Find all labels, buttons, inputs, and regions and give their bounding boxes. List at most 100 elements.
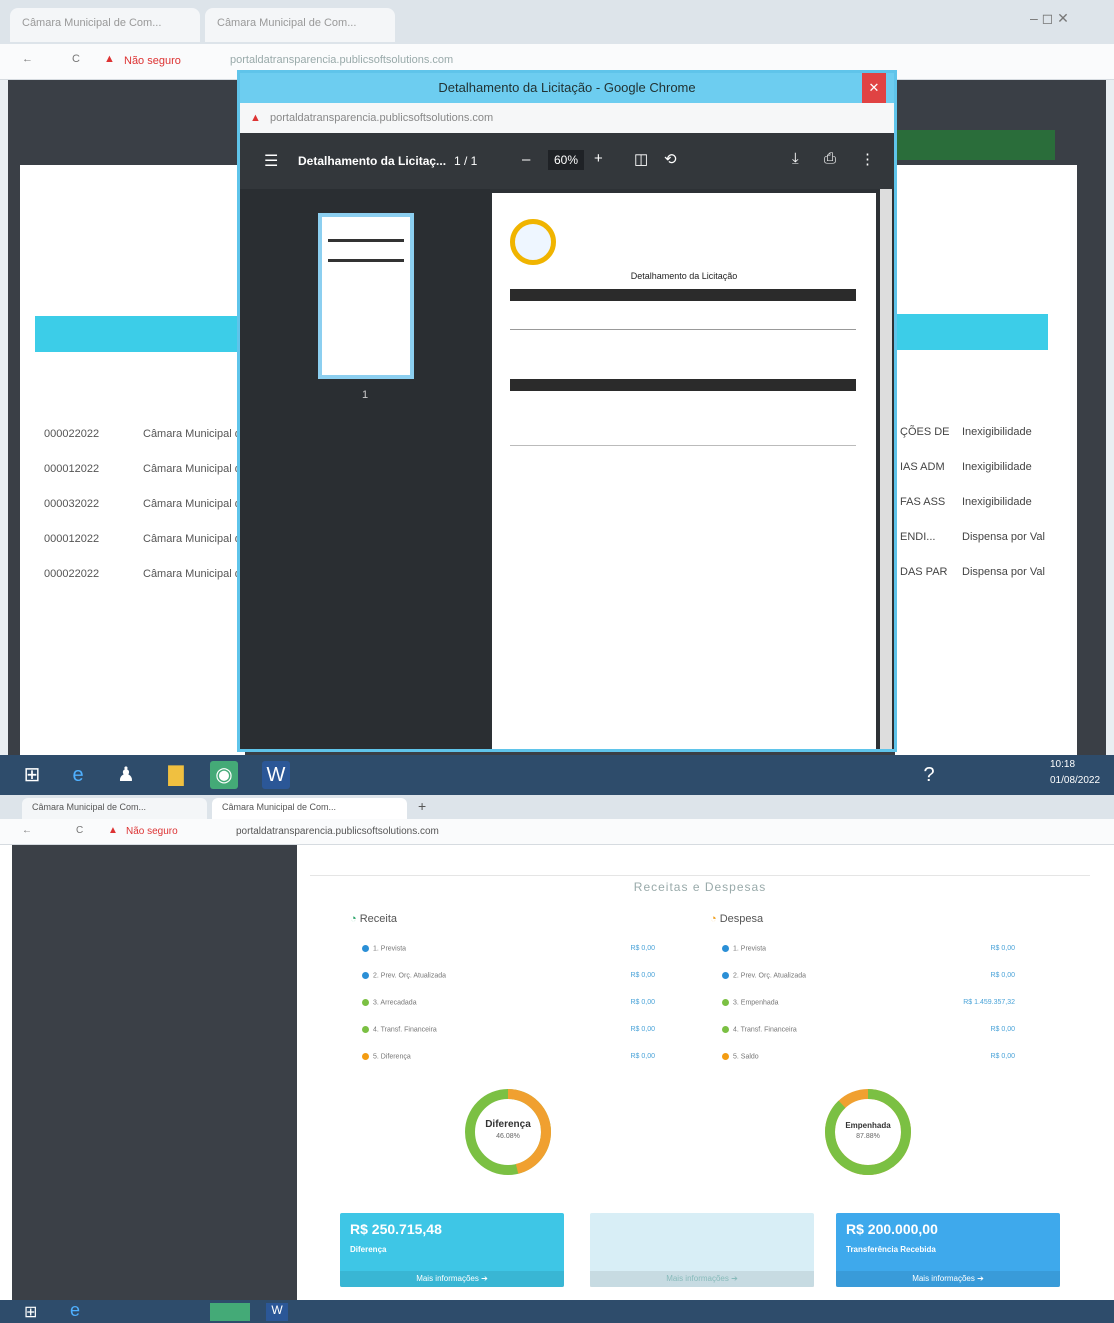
row-entity[interactable]: Câmara Municipal de <box>143 498 247 510</box>
green-header-strip <box>895 130 1055 160</box>
licitacoes-table-right <box>895 165 1077 755</box>
user-icon[interactable]: ♟ <box>112 761 140 789</box>
item-label: 1. Prevista <box>362 945 406 952</box>
fit-page-icon[interactable]: ◫ <box>634 150 648 168</box>
back-icon[interactable]: ← <box>22 53 33 65</box>
divider <box>510 445 856 446</box>
item-value: R$ 0,00 <box>990 1026 1015 1033</box>
windows-taskbar: ⊞ e ♟ ▇ ◉ W ? 10:18 01/08/2022 <box>0 755 1114 795</box>
zoom-level[interactable]: 60% <box>548 150 585 170</box>
receita-donut <box>465 1089 551 1175</box>
reload-icon[interactable]: C <box>76 825 83 836</box>
reload-icon[interactable]: C <box>72 53 80 65</box>
item-value: R$ 0,00 <box>630 1053 655 1060</box>
more-info-link[interactable]: Mais informações ➔ <box>340 1271 564 1287</box>
rotate-icon[interactable]: ⟲ <box>664 150 677 168</box>
folder-icon[interactable]: ▇ <box>162 761 190 789</box>
row-object: DAS PAR <box>900 566 948 578</box>
more-icon[interactable]: ⋮ <box>860 150 875 168</box>
menu-icon[interactable]: ☰ <box>264 151 278 171</box>
legend-dot <box>722 972 729 979</box>
licitacoes-table-left <box>20 165 245 755</box>
row-entity[interactable]: Câmara Municipal de <box>143 568 247 580</box>
row-number: 000012022 <box>44 463 100 475</box>
info-box-diferenca: R$ 250.715,48 Diferença Mais informações… <box>340 1213 564 1287</box>
ie-icon[interactable]: e <box>64 761 92 789</box>
despesa-heading-text: Despesa <box>719 913 764 925</box>
ie-icon[interactable]: e <box>70 1300 80 1321</box>
popup-title: Detalhamento da Licitação - Google Chrom… <box>438 80 696 95</box>
row-entity[interactable]: Câmara Municipal de <box>143 463 247 475</box>
legend-dot <box>722 1026 729 1033</box>
tab-label: Câmara Municipal de Com... <box>32 802 147 812</box>
word-icon[interactable]: W <box>266 1303 288 1321</box>
browser-tab-2[interactable]: Câmara Municipal de Com... <box>205 8 395 42</box>
browser-tab-2[interactable]: Câmara Municipal de Com... <box>212 798 407 819</box>
warning-icon: ▲ <box>250 112 261 124</box>
item-label: 5. Diferença <box>362 1053 411 1060</box>
despesa-donut <box>825 1089 911 1175</box>
donut-percent: 46.08% <box>496 1133 520 1140</box>
table-header-bar-right <box>895 314 1048 350</box>
browser-tab-1[interactable]: Câmara Municipal de Com... <box>22 798 207 819</box>
more-info-text: Mais informações <box>912 1274 975 1283</box>
popup-address-bar[interactable]: ▲ portaldatransparencia.publicsoftsoluti… <box>240 103 894 133</box>
row-modality: Dispensa por Val <box>962 566 1045 578</box>
close-icon[interactable]: ✕ <box>862 73 886 103</box>
item-label: 3. Empenhada <box>722 999 779 1006</box>
pie-icon: ◔ <box>350 913 357 925</box>
bottom-screenshot: Câmara Municipal de Com... Câmara Munici… <box>0 795 1114 1323</box>
row-entity[interactable]: Câmara Municipal de <box>143 533 247 545</box>
item-value: R$ 1.459.357,32 <box>963 999 1015 1006</box>
address-bar[interactable]: ← C ▲ Não seguro portaldatransparencia.p… <box>0 819 1114 845</box>
tab-label: Câmara Municipal de Com... <box>22 17 162 29</box>
clock-time: 10:18 <box>1050 759 1076 770</box>
pdf-title: Detalhamento da Licitaç... <box>298 154 447 168</box>
chrome-icon[interactable] <box>210 1303 250 1321</box>
print-icon[interactable]: ⎙ <box>824 150 836 167</box>
download-icon[interactable]: ⤓ <box>792 150 799 167</box>
box-description: Diferença <box>350 1245 387 1254</box>
row-number: 000032022 <box>44 498 100 510</box>
donut-percent: 87.88% <box>856 1133 880 1140</box>
row-number: 000012022 <box>44 533 100 545</box>
row-entity[interactable]: Câmara Municipal de <box>143 428 247 440</box>
zoom-out-icon[interactable]: – <box>522 151 530 168</box>
back-icon[interactable]: ← <box>22 825 32 836</box>
window-controls[interactable]: – ◻ ✕ <box>1030 10 1069 27</box>
receita-heading-text: Receita <box>359 913 398 925</box>
url-text[interactable]: portaldatransparencia.publicsoftsolution… <box>230 54 453 66</box>
item-label: 2. Prev. Orç. Atualizada <box>722 972 806 979</box>
pdf-thumbnails: 1 <box>240 189 490 749</box>
section-bar <box>510 289 856 301</box>
not-secure-label: Não seguro <box>126 826 178 837</box>
box-description: Transferência Recebida <box>846 1245 936 1254</box>
word-icon[interactable]: W <box>262 761 290 789</box>
warning-icon: ▲ <box>104 53 115 65</box>
popup-url: portaldatransparencia.publicsoftsolution… <box>270 112 494 124</box>
logo-icon <box>510 219 556 265</box>
help-icon[interactable]: ? <box>915 761 943 789</box>
pdf-scrollbar[interactable] <box>880 189 892 749</box>
section-title-text: Receitas e Despesas <box>633 880 767 894</box>
tab-label: Câmara Municipal de Com... <box>217 17 357 29</box>
chrome-icon[interactable]: ◉ <box>210 761 238 789</box>
more-info-text: Mais informações <box>416 1274 479 1283</box>
sidebar <box>12 845 297 1300</box>
zoom-in-icon[interactable]: + <box>594 150 603 167</box>
item-value: R$ 0,00 <box>630 1026 655 1033</box>
windows-taskbar: ⊞ e W <box>0 1300 1114 1323</box>
url-text[interactable]: portaldatransparencia.publicsoftsolution… <box>236 826 439 837</box>
page-thumbnail[interactable] <box>318 213 414 379</box>
item-label: 4. Transf. Financeira <box>722 1026 797 1033</box>
section-bar <box>510 379 856 391</box>
pdf-page: Detalhamento da Licitação <box>492 193 876 749</box>
item-value: R$ 0,00 <box>990 945 1015 952</box>
legend-dot <box>722 1053 729 1060</box>
new-tab-icon[interactable]: + <box>418 798 426 814</box>
browser-tab-1[interactable]: Câmara Municipal de Com... <box>10 8 200 42</box>
windows-start-icon[interactable]: ⊞ <box>18 761 46 789</box>
windows-start-icon[interactable]: ⊞ <box>24 1302 37 1322</box>
more-info-link[interactable]: Mais informações ➔ <box>836 1271 1060 1287</box>
more-info-link[interactable]: Mais informações ➔ <box>590 1271 814 1287</box>
